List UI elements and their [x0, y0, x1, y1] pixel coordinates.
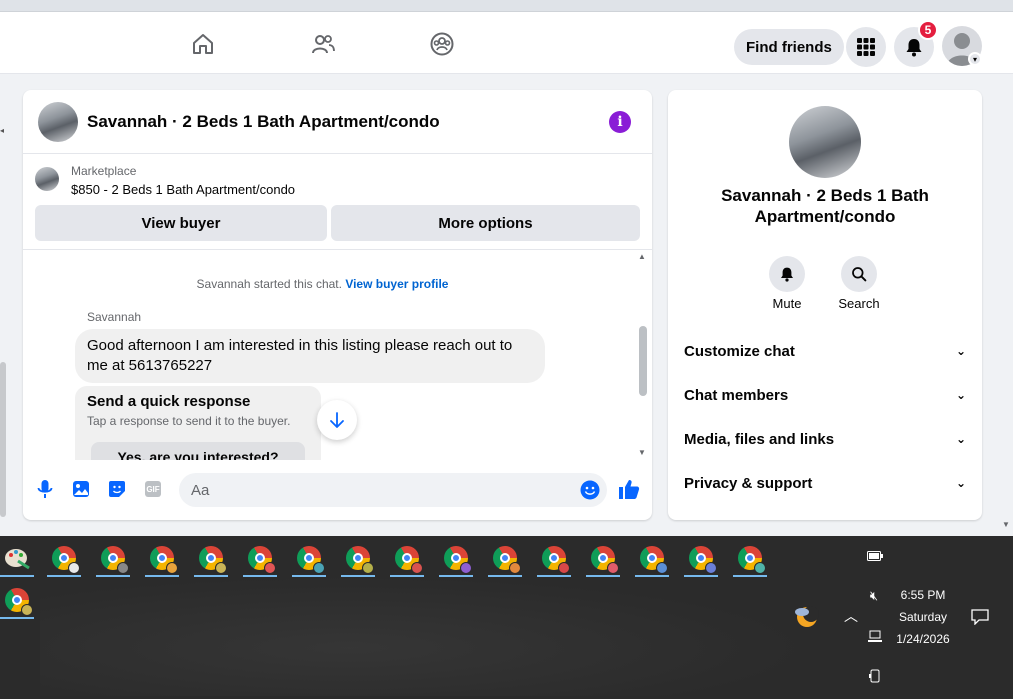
sticker-icon[interactable]: [106, 478, 128, 500]
taskbar-chrome-profile-9-icon[interactable]: [439, 539, 473, 577]
gif-icon[interactable]: GIF: [142, 478, 164, 500]
taskbar-chrome-profile-8-icon[interactable]: [390, 539, 424, 577]
conversation-info-panel: Savannah · 2 Beds 1 Bath Apartment/condo…: [668, 90, 982, 520]
show-hidden-icons-chevron-icon[interactable]: ︿: [842, 607, 860, 625]
chevron-down-icon: ⌄: [955, 344, 966, 358]
emoji-icon[interactable]: [579, 479, 601, 501]
taskbar-chrome-profile-12-icon[interactable]: [586, 539, 620, 577]
photo-icon[interactable]: [70, 478, 92, 500]
customize-chat-row[interactable]: Customize chat ⌄: [684, 333, 966, 369]
message-list[interactable]: Savannah started this chat. View buyer p…: [23, 252, 652, 460]
quick-response-title: Send a quick response: [87, 393, 251, 410]
chat-panel: Savannah · 2 Beds 1 Bath Apartment/condo…: [23, 90, 652, 520]
gif-label: GIF: [146, 484, 160, 494]
groups-icon[interactable]: [428, 30, 456, 58]
friends-icon[interactable]: [309, 30, 337, 58]
more-options-button[interactable]: More options: [331, 205, 640, 241]
quick-response-card: Send a quick response Tap a response to …: [75, 386, 321, 460]
chat-started-notice: Savannah started this chat. View buyer p…: [23, 277, 652, 291]
chat-header: Savannah · 2 Beds 1 Bath Apartment/condo…: [23, 90, 652, 154]
taskbar-chrome-profile-13-icon[interactable]: [635, 539, 669, 577]
taskbar-chrome-profile-5-icon[interactable]: [243, 539, 277, 577]
battery-icon[interactable]: [866, 548, 884, 564]
volume-muted-icon[interactable]: 🔇︎: [864, 588, 884, 604]
mute-bell-icon: [769, 256, 805, 292]
page-scroll-down-arrow-icon[interactable]: ▼: [1002, 520, 1010, 529]
privacy-support-label: Privacy & support: [684, 474, 813, 492]
clock-date[interactable]: 1/24/2026: [888, 632, 958, 646]
browser-toolbar-strip: [0, 0, 1013, 12]
message-bubble[interactable]: Good afternoon I am interested in this l…: [75, 329, 545, 383]
mute-label: Mute: [772, 296, 802, 311]
chat-scroll-thumb[interactable]: [639, 326, 647, 396]
view-buyer-button[interactable]: View buyer: [35, 205, 327, 241]
chevron-down-icon: ⌄: [955, 432, 966, 446]
windows-taskbar: 🔇︎ 6:55 PM ︿ Saturday 1/24/2026: [0, 536, 1013, 699]
like-thumb-icon[interactable]: [618, 478, 640, 500]
search-button[interactable]: Search: [829, 256, 889, 311]
media-files-links-row[interactable]: Media, files and links ⌄: [684, 421, 966, 457]
notification-center-icon[interactable]: [970, 607, 990, 627]
privacy-support-row[interactable]: Privacy & support ⌄: [684, 465, 966, 501]
taskbar-chrome-profile-6-icon[interactable]: [292, 539, 326, 577]
chat-members-row[interactable]: Chat members ⌄: [684, 377, 966, 413]
scroll-up-arrow-icon[interactable]: ▲: [638, 252, 646, 261]
chevron-down-icon: ⌄: [955, 476, 966, 490]
weather-moon-icon[interactable]: [792, 604, 820, 628]
chat-started-text: Savannah started this chat.: [196, 277, 342, 291]
network-icon[interactable]: [865, 629, 885, 645]
sender-name: Savannah: [87, 310, 142, 324]
notification-count-badge: 5: [918, 20, 938, 40]
mute-button[interactable]: Mute: [757, 256, 817, 311]
taskbar-chrome-profile-3-icon[interactable]: [145, 539, 179, 577]
taskbar-background-blur: [40, 576, 810, 696]
microphone-icon[interactable]: [34, 478, 56, 500]
info-panel-title: Savannah · 2 Beds 1 Bath Apartment/condo: [721, 186, 929, 226]
top-navigation: Find friends 5 ▾: [0, 12, 1013, 74]
home-icon[interactable]: [189, 30, 217, 58]
media-files-links-label: Media, files and links: [684, 430, 835, 448]
quick-response-option[interactable]: Yes, are you interested?: [91, 442, 305, 460]
view-buyer-profile-link[interactable]: View buyer profile: [345, 277, 448, 291]
left-scroll-arrow-icon[interactable]: ◂: [0, 126, 6, 136]
menu-grid-icon[interactable]: [846, 27, 886, 67]
left-scrollbar[interactable]: [0, 362, 6, 517]
taskbar-chrome-profile-7-icon[interactable]: [341, 539, 375, 577]
taskbar-chrome-profile-10-icon[interactable]: [488, 539, 522, 577]
find-friends-button[interactable]: Find friends: [734, 29, 844, 65]
message-composer: GIF: [23, 466, 652, 514]
customize-chat-label: Customize chat: [684, 342, 795, 360]
taskbar-chrome-profile-2-icon[interactable]: [96, 539, 130, 577]
taskbar-chrome-profile-1-icon[interactable]: [47, 539, 81, 577]
chat-members-label: Chat members: [684, 386, 789, 404]
page-scrollbar[interactable]: ▼: [1000, 90, 1013, 530]
scroll-to-bottom-arrow-icon[interactable]: [317, 400, 357, 440]
search-label: Search: [838, 296, 880, 311]
device-icon[interactable]: [866, 668, 884, 684]
info-icon[interactable]: i: [609, 111, 631, 133]
quick-response-subtitle: Tap a response to send it to the buyer.: [87, 414, 291, 428]
chevron-down-icon[interactable]: ▾: [968, 52, 982, 66]
clock-time[interactable]: 6:55 PM: [893, 588, 953, 602]
taskbar-chrome-profile-4-icon[interactable]: [194, 539, 228, 577]
listing-profile-image[interactable]: [789, 106, 861, 178]
marketplace-label: Marketplace: [71, 164, 137, 178]
taskbar-chrome-profile-15-icon[interactable]: [733, 539, 767, 577]
chevron-down-icon: ⌄: [955, 388, 966, 402]
taskbar-chrome-profile-16-icon[interactable]: [0, 581, 34, 619]
scroll-down-arrow-icon[interactable]: ▼: [638, 448, 646, 457]
clock-day[interactable]: Saturday: [888, 610, 958, 624]
taskbar-app-paint-icon[interactable]: [0, 539, 34, 577]
message-input[interactable]: [179, 473, 607, 507]
taskbar-chrome-profile-14-icon[interactable]: [684, 539, 718, 577]
chat-title[interactable]: Savannah · 2 Beds 1 Bath Apartment/condo: [87, 112, 440, 132]
listing-price-title[interactable]: $850 - 2 Beds 1 Bath Apartment/condo: [71, 182, 295, 197]
chat-scrollbar[interactable]: ▲ ▼: [637, 252, 647, 460]
search-icon: [841, 256, 877, 292]
marketplace-listing-row: Marketplace $850 - 2 Beds 1 Bath Apartme…: [23, 154, 652, 250]
listing-thumbnail[interactable]: [38, 102, 78, 142]
listing-small-thumbnail[interactable]: [35, 167, 59, 191]
taskbar-chrome-profile-11-icon[interactable]: [537, 539, 571, 577]
